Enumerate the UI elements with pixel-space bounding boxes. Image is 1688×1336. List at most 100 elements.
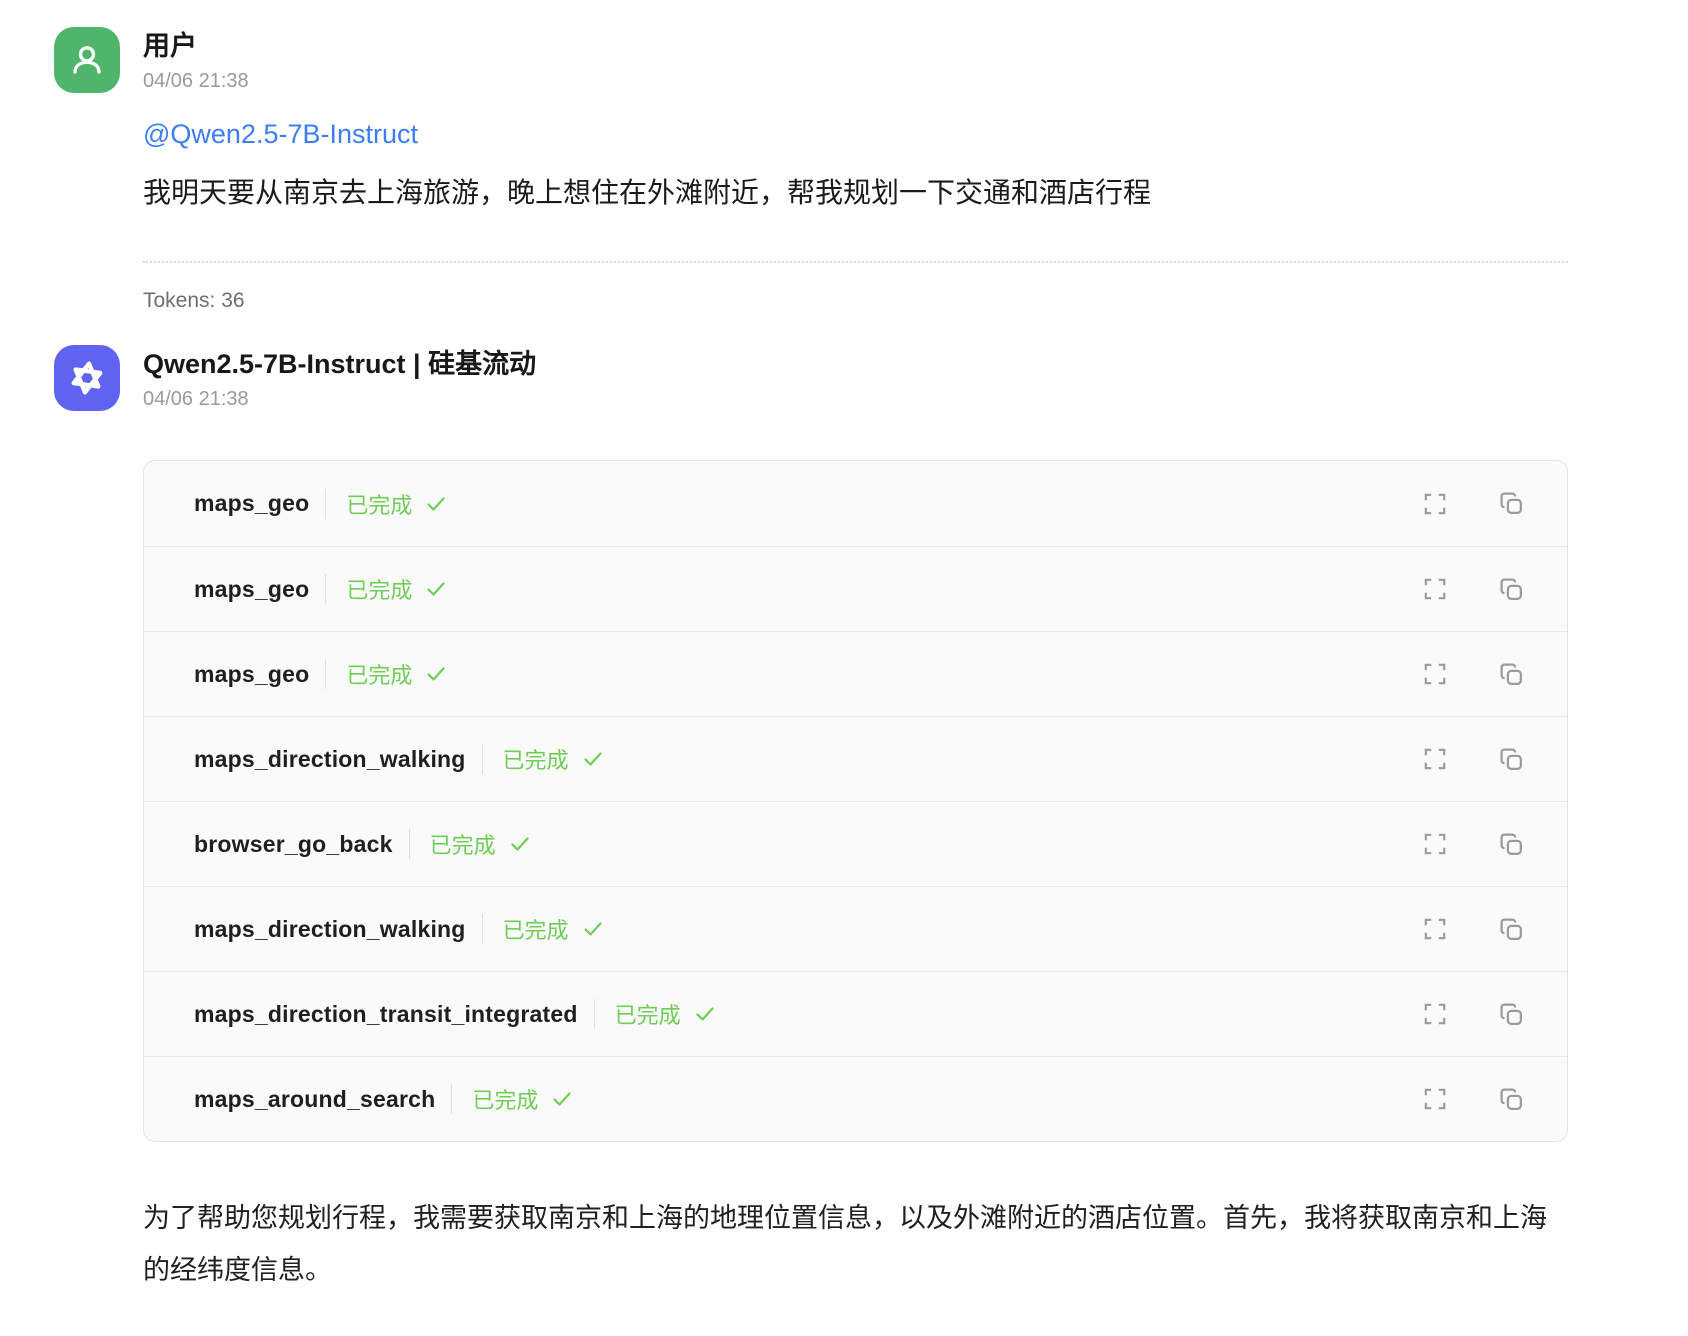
- expand-icon: [1422, 661, 1448, 687]
- copy-button[interactable]: [1498, 490, 1525, 517]
- user-message-content: @Qwen2.5-7B-Instruct 我明天要从南京去上海旅游，晚上想住在外…: [143, 94, 1568, 315]
- tool-status: 已完成: [430, 828, 532, 860]
- user-message-header: 用户 04/06 21:38: [54, 27, 1688, 94]
- tool-status: 已完成: [346, 573, 448, 605]
- tool-status-divider: [482, 744, 483, 774]
- tool-status-divider: [409, 829, 410, 859]
- tool-status-divider: [482, 914, 483, 944]
- tool-status: 已完成: [472, 1083, 574, 1115]
- tool-call-actions: [1422, 831, 1525, 858]
- expand-icon: [1422, 831, 1448, 857]
- copy-button[interactable]: [1498, 1001, 1525, 1028]
- check-icon: [581, 917, 605, 941]
- tool-status: 已完成: [615, 998, 717, 1030]
- copy-icon: [1498, 916, 1525, 943]
- copy-button[interactable]: [1498, 746, 1525, 773]
- tool-status: 已完成: [503, 913, 605, 945]
- tool-call-row[interactable]: maps_direction_walking 已完成: [144, 716, 1567, 801]
- tool-status-divider: [594, 999, 595, 1029]
- expand-icon: [1422, 491, 1448, 517]
- assistant-header-text: Qwen2.5-7B-Instruct | 硅基流动 04/06 21:38: [143, 345, 536, 412]
- tool-call-actions: [1422, 746, 1525, 773]
- tool-status-label: 已完成: [346, 658, 412, 690]
- expand-button[interactable]: [1422, 661, 1448, 687]
- expand-icon: [1422, 576, 1448, 602]
- expand-button[interactable]: [1422, 491, 1448, 517]
- tool-status-label: 已完成: [346, 488, 412, 520]
- expand-button[interactable]: [1422, 1086, 1448, 1112]
- tool-status-label: 已完成: [503, 743, 569, 775]
- expand-button[interactable]: [1422, 1001, 1448, 1027]
- user-timestamp: 04/06 21:38: [143, 68, 249, 94]
- tool-status-label: 已完成: [346, 573, 412, 605]
- expand-button[interactable]: [1422, 576, 1448, 602]
- assistant-name: Qwen2.5-7B-Instruct | 硅基流动: [143, 347, 536, 381]
- tool-call-actions: [1422, 576, 1525, 603]
- tool-call-info: maps_direction_walking 已完成: [194, 913, 605, 945]
- check-icon: [693, 1002, 717, 1026]
- copy-icon: [1498, 490, 1525, 517]
- tool-status-divider: [325, 489, 326, 519]
- tool-call-row[interactable]: maps_geo 已完成: [144, 631, 1567, 716]
- expand-icon: [1422, 1001, 1448, 1027]
- expand-button[interactable]: [1422, 916, 1448, 942]
- tool-call-row[interactable]: maps_direction_walking 已完成: [144, 886, 1567, 971]
- check-icon: [424, 577, 448, 601]
- tool-name: maps_geo: [194, 576, 309, 603]
- copy-icon: [1498, 576, 1525, 603]
- assistant-avatar[interactable]: [54, 345, 120, 411]
- user-name: 用户: [143, 29, 249, 63]
- tool-call-actions: [1422, 1001, 1525, 1028]
- tool-call-list: maps_geo 已完成: [143, 460, 1568, 1142]
- tool-call-row[interactable]: maps_geo 已完成: [144, 461, 1567, 546]
- tool-name: maps_around_search: [194, 1086, 435, 1113]
- tool-status-label: 已完成: [430, 828, 496, 860]
- tool-status: 已完成: [346, 658, 448, 690]
- copy-button[interactable]: [1498, 576, 1525, 603]
- qwen-logo-icon: [66, 357, 108, 399]
- copy-icon: [1498, 661, 1525, 688]
- tool-status-divider: [325, 574, 326, 604]
- tool-call-info: maps_direction_walking 已完成: [194, 743, 605, 775]
- copy-button[interactable]: [1498, 661, 1525, 688]
- tool-call-actions: [1422, 661, 1525, 688]
- tool-call-row[interactable]: maps_around_search 已完成: [144, 1056, 1567, 1141]
- assistant-timestamp: 04/06 21:38: [143, 386, 536, 412]
- tool-status-divider: [325, 659, 326, 689]
- tool-call-actions: [1422, 490, 1525, 517]
- assistant-message-header: Qwen2.5-7B-Instruct | 硅基流动 04/06 21:38: [54, 345, 1688, 412]
- tool-call-row[interactable]: maps_geo 已完成: [144, 546, 1567, 631]
- tool-status: 已完成: [503, 743, 605, 775]
- user-avatar[interactable]: [54, 27, 120, 93]
- tool-call-info: maps_around_search 已完成: [194, 1083, 574, 1115]
- tool-call-actions: [1422, 916, 1525, 943]
- tool-status: 已完成: [346, 488, 448, 520]
- tool-status-label: 已完成: [472, 1083, 538, 1115]
- assistant-message-text: 为了帮助您规划行程，我需要获取南京和上海的地理位置信息，以及外滩附近的酒店位置。…: [143, 1192, 1568, 1296]
- tool-status-label: 已完成: [615, 998, 681, 1030]
- model-mention-link[interactable]: @Qwen2.5-7B-Instruct: [143, 116, 418, 152]
- user-message-text: 我明天要从南京去上海旅游，晚上想住在外滩附近，帮我规划一下交通和酒店行程: [143, 173, 1568, 213]
- tool-call-info: maps_geo 已完成: [194, 573, 448, 605]
- expand-button[interactable]: [1422, 831, 1448, 857]
- copy-button[interactable]: [1498, 1086, 1525, 1113]
- tool-status-divider: [451, 1084, 452, 1114]
- copy-icon: [1498, 1086, 1525, 1113]
- copy-button[interactable]: [1498, 916, 1525, 943]
- tool-name: maps_direction_transit_integrated: [194, 1001, 578, 1028]
- tool-name: maps_geo: [194, 490, 309, 517]
- expand-icon: [1422, 1086, 1448, 1112]
- check-icon: [550, 1087, 574, 1111]
- tool-call-info: browser_go_back 已完成: [194, 828, 532, 860]
- user-message: 用户 04/06 21:38 @Qwen2.5-7B-Instruct 我明天要…: [0, 27, 1688, 315]
- tokens-count: Tokens: 36: [143, 263, 1568, 315]
- check-icon: [424, 662, 448, 686]
- expand-button[interactable]: [1422, 746, 1448, 772]
- tool-call-row[interactable]: maps_direction_transit_integrated 已完成: [144, 971, 1567, 1056]
- tool-status-label: 已完成: [503, 913, 569, 945]
- copy-icon: [1498, 831, 1525, 858]
- tool-call-row[interactable]: browser_go_back 已完成: [144, 801, 1567, 886]
- tool-name: maps_direction_walking: [194, 746, 466, 773]
- copy-button[interactable]: [1498, 831, 1525, 858]
- tool-name: maps_direction_walking: [194, 916, 466, 943]
